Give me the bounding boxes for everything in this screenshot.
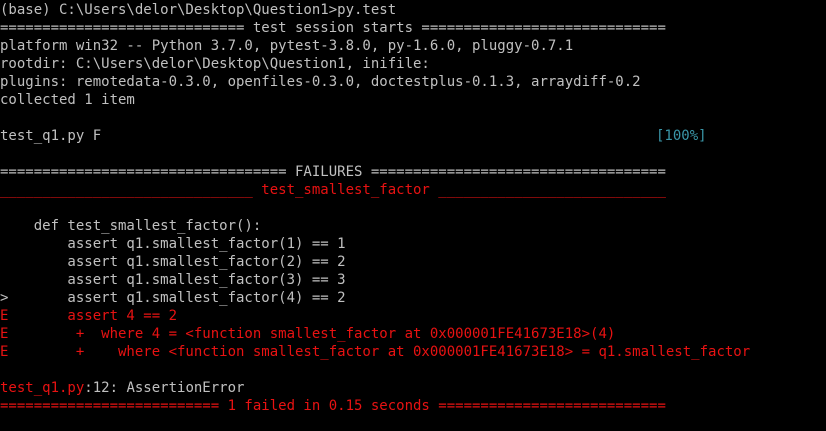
terminal-line-text: assert q1.smallest_factor(1) == 1	[0, 236, 346, 252]
progress-percent: [100%]	[656, 128, 707, 144]
terminal-line: platform win32 -- Python 3.7.0, pytest-3…	[0, 37, 826, 55]
terminal-line: collected 1 item	[0, 91, 826, 109]
terminal-line-text: test_q1.py	[0, 380, 85, 396]
terminal-line: assert q1.smallest_factor(3) == 3	[0, 271, 826, 289]
terminal-line: rootdir: C:\Users\delor\Desktop\Question…	[0, 55, 826, 73]
terminal-line: ========================== 1 failed in 0…	[0, 397, 826, 415]
terminal-line: assert q1.smallest_factor(1) == 1	[0, 235, 826, 253]
terminal-line-text: ============================= test sessi…	[0, 20, 666, 36]
terminal-line: ______________________________ test_smal…	[0, 181, 826, 199]
error-location-text: :12: AssertionError	[84, 380, 245, 396]
terminal-line-text: rootdir: C:\Users\delor\Desktop\Question…	[0, 56, 430, 72]
terminal-line: (base) C:\Users\delor\Desktop\Question1>…	[0, 1, 826, 19]
terminal-line-text: ================================== FAILU…	[0, 164, 666, 180]
terminal-line: E + where 4 = <function smallest_factor …	[0, 325, 826, 343]
terminal-line-text: E + where 4 = <function smallest_factor …	[0, 326, 616, 342]
terminal-line: > assert q1.smallest_factor(4) == 2	[0, 289, 826, 307]
terminal-line-text: platform win32 -- Python 3.7.0, pytest-3…	[0, 38, 574, 54]
terminal-line-text: collected 1 item	[0, 92, 135, 108]
terminal-line-text: def test_smallest_factor():	[0, 218, 262, 234]
terminal-line: plugins: remotedata-0.3.0, openfiles-0.3…	[0, 73, 826, 91]
terminal-line-text: E assert 4 == 2	[0, 308, 178, 324]
terminal-line-text: ========================== 1 failed in 0…	[0, 398, 666, 414]
terminal-line: ================================== FAILU…	[0, 163, 826, 181]
terminal-line: assert q1.smallest_factor(2) == 2	[0, 253, 826, 271]
terminal-line-text: > assert q1.smallest_factor(4) == 2	[0, 290, 346, 306]
terminal-line-text: assert q1.smallest_factor(3) == 3	[0, 272, 346, 288]
terminal-line: E assert 4 == 2	[0, 307, 826, 325]
terminal-line-text: ______________________________ test_smal…	[0, 182, 666, 198]
terminal-line: E + where <function smallest_factor at 0…	[0, 343, 826, 361]
terminal-line-text: assert q1.smallest_factor(2) == 2	[0, 254, 346, 270]
terminal-line: test_q1.py:12: AssertionError	[0, 379, 826, 397]
terminal-line: def test_smallest_factor():	[0, 217, 826, 235]
terminal-line-text: E + where <function smallest_factor at 0…	[0, 344, 751, 360]
console-window[interactable]: (base) C:\Users\delor\Desktop\Question1>…	[0, 1, 826, 431]
terminal-line-text: plugins: remotedata-0.3.0, openfiles-0.3…	[0, 74, 641, 90]
terminal-line: test_q1.py F [100%]	[0, 127, 826, 145]
terminal-line: ============================= test sessi…	[0, 19, 826, 37]
terminal-line-text: test_q1.py F	[0, 128, 102, 144]
terminal-line-text: (base) C:\Users\delor\Desktop\Question1>…	[0, 2, 397, 18]
